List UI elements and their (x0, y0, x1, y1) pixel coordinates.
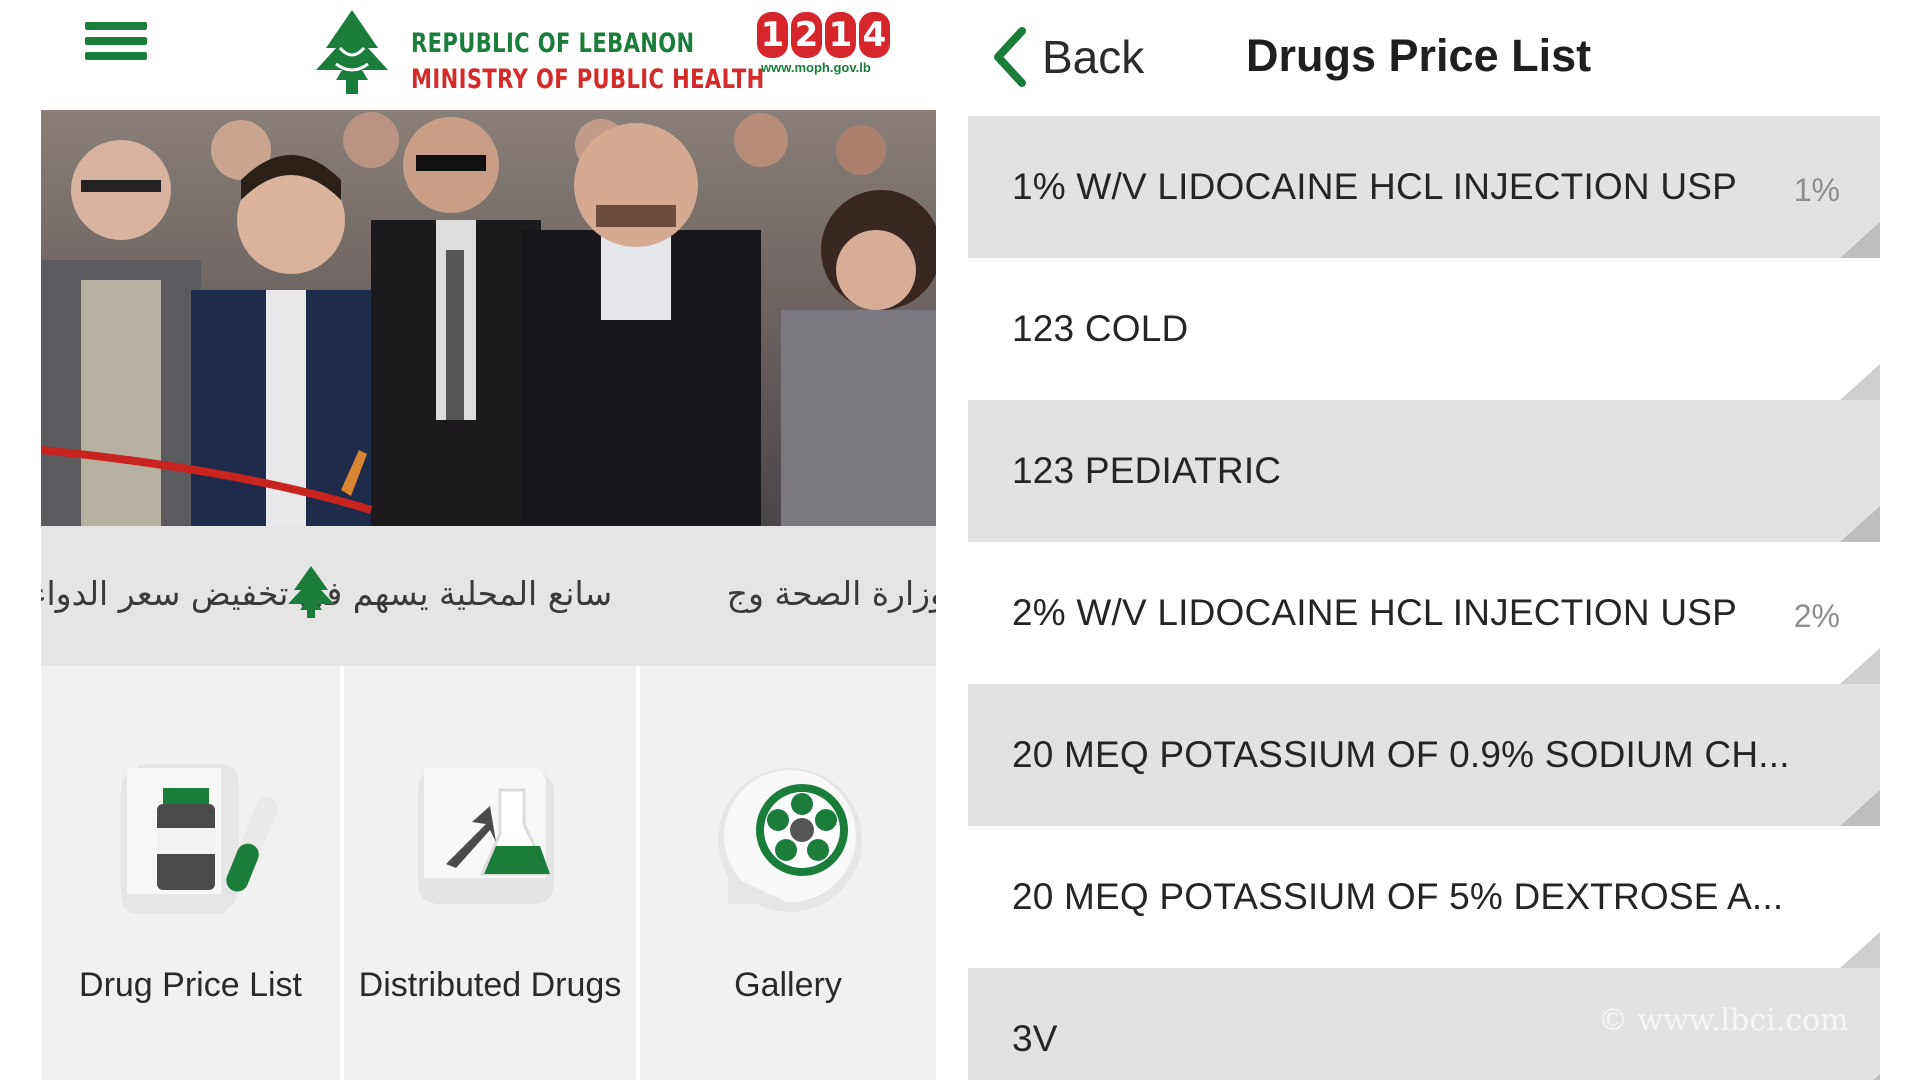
home-header: REPUBLIC OF LEBANON MINISTRY OF PUBLIC H… (41, 0, 936, 110)
ribbon-cutting-photo (41, 110, 936, 526)
hotline-digit: 4 (859, 12, 890, 58)
tile-label-gallery: Gallery (734, 966, 842, 1004)
drug-strength-badge: 1% (1793, 172, 1840, 208)
distributed-flask-icon (418, 768, 554, 904)
drug-list-item[interactable]: 20 MEQ POTASSIUM OF 0.9% SODIUM CH... (968, 684, 1880, 826)
drug-strength-badge: 2% (1793, 598, 1840, 634)
drug-list-item[interactable]: 20 MEQ POTASSIUM OF 5% DEXTROSE A... (968, 826, 1880, 968)
drug-name: 123 PEDIATRIC (1012, 450, 1282, 491)
tile-gallery[interactable]: Gallery (638, 666, 936, 1080)
hotline-digit: 1 (757, 12, 788, 58)
drug-list-item[interactable]: 1% W/V LIDOCAINE HCL INJECTION USP 1% (968, 116, 1880, 258)
expand-corner-icon (1873, 1074, 1880, 1080)
ticker-text-ministry: وزارة الصحة وج (726, 574, 936, 613)
news-banner-photo[interactable] (41, 110, 936, 526)
drug-list-item[interactable]: 123 PEDIATRIC (968, 400, 1880, 542)
drug-name: 20 MEQ POTASSIUM OF 5% DEXTROSE A... (1012, 876, 1784, 917)
gallery-film-reel-icon (718, 768, 862, 912)
drug-list-item[interactable]: 123 COLD (968, 258, 1880, 400)
back-button[interactable]: Back (990, 22, 1144, 92)
logo-republic-text: REPUBLIC OF LEBANON (411, 28, 695, 59)
ticker-cedar-icon (288, 566, 334, 618)
drug-name: 123 COLD (1012, 308, 1189, 349)
drug-name: 20 MEQ POTASSIUM OF 0.9% SODIUM CH... (1012, 734, 1790, 775)
home-screen: REPUBLIC OF LEBANON MINISTRY OF PUBLIC H… (41, 0, 936, 1080)
hotline-digit: 2 (791, 12, 822, 58)
expand-corner-icon (1840, 506, 1880, 542)
menu-icon[interactable] (85, 22, 147, 68)
tile-label-drug-price-list: Drug Price List (79, 966, 302, 1004)
hotline-badge[interactable]: 1214 www.moph.gov.lb (757, 12, 937, 84)
drugs-price-list-screen: Back Drugs Price List 1% W/V LIDOCAINE H… (968, 0, 1880, 1080)
drug-name: 1% W/V LIDOCAINE HCL INJECTION USP (1012, 166, 1737, 207)
expand-corner-icon (1840, 364, 1880, 400)
drug-list-item[interactable]: 2% W/V LIDOCAINE HCL INJECTION USP 2% (968, 542, 1880, 684)
tile-drug-price-list[interactable]: Drug Price List (41, 666, 342, 1080)
logo-ministry-text: MINISTRY OF PUBLIC HEALTH (411, 64, 765, 95)
home-tiles: Drug Price List Distributed Drugs Galler… (41, 666, 936, 1080)
expand-corner-icon (1840, 932, 1880, 968)
drug-list: 1% W/V LIDOCAINE HCL INJECTION USP 1% 123 … (968, 116, 1880, 1080)
back-label: Back (1042, 31, 1145, 83)
news-ticker[interactable]: وزارة الصحة وج سانع المحلية يسهم في تخفي… (41, 526, 936, 666)
nav-bar: Back Drugs Price List (968, 0, 1880, 116)
medicine-bottle-icon (120, 764, 278, 914)
tile-distributed-drugs[interactable]: Distributed Drugs (342, 666, 638, 1080)
expand-corner-icon (1840, 790, 1880, 826)
page-title: Drugs Price List (1246, 30, 1592, 81)
expand-corner-icon (1840, 222, 1880, 258)
hotline-number: 1214 (757, 12, 937, 58)
hotline-digit: 1 (825, 12, 856, 58)
drug-name: 2% W/V LIDOCAINE HCL INJECTION USP (1012, 592, 1737, 633)
tile-label-distributed-drugs: Distributed Drugs (358, 966, 622, 1004)
hotline-url: www.moph.gov.lb (761, 60, 871, 75)
chevron-left-icon (994, 27, 1026, 87)
drug-name: 3V (1012, 1018, 1058, 1059)
cedar-logo-icon (316, 10, 388, 94)
watermark-text: © www.lbci.com (1598, 1003, 1849, 1038)
screenshot-stage: REPUBLIC OF LEBANON MINISTRY OF PUBLIC H… (0, 0, 1920, 1080)
expand-corner-icon (1840, 648, 1880, 684)
ministry-logo: REPUBLIC OF LEBANON MINISTRY OF PUBLIC H… (306, 8, 764, 98)
